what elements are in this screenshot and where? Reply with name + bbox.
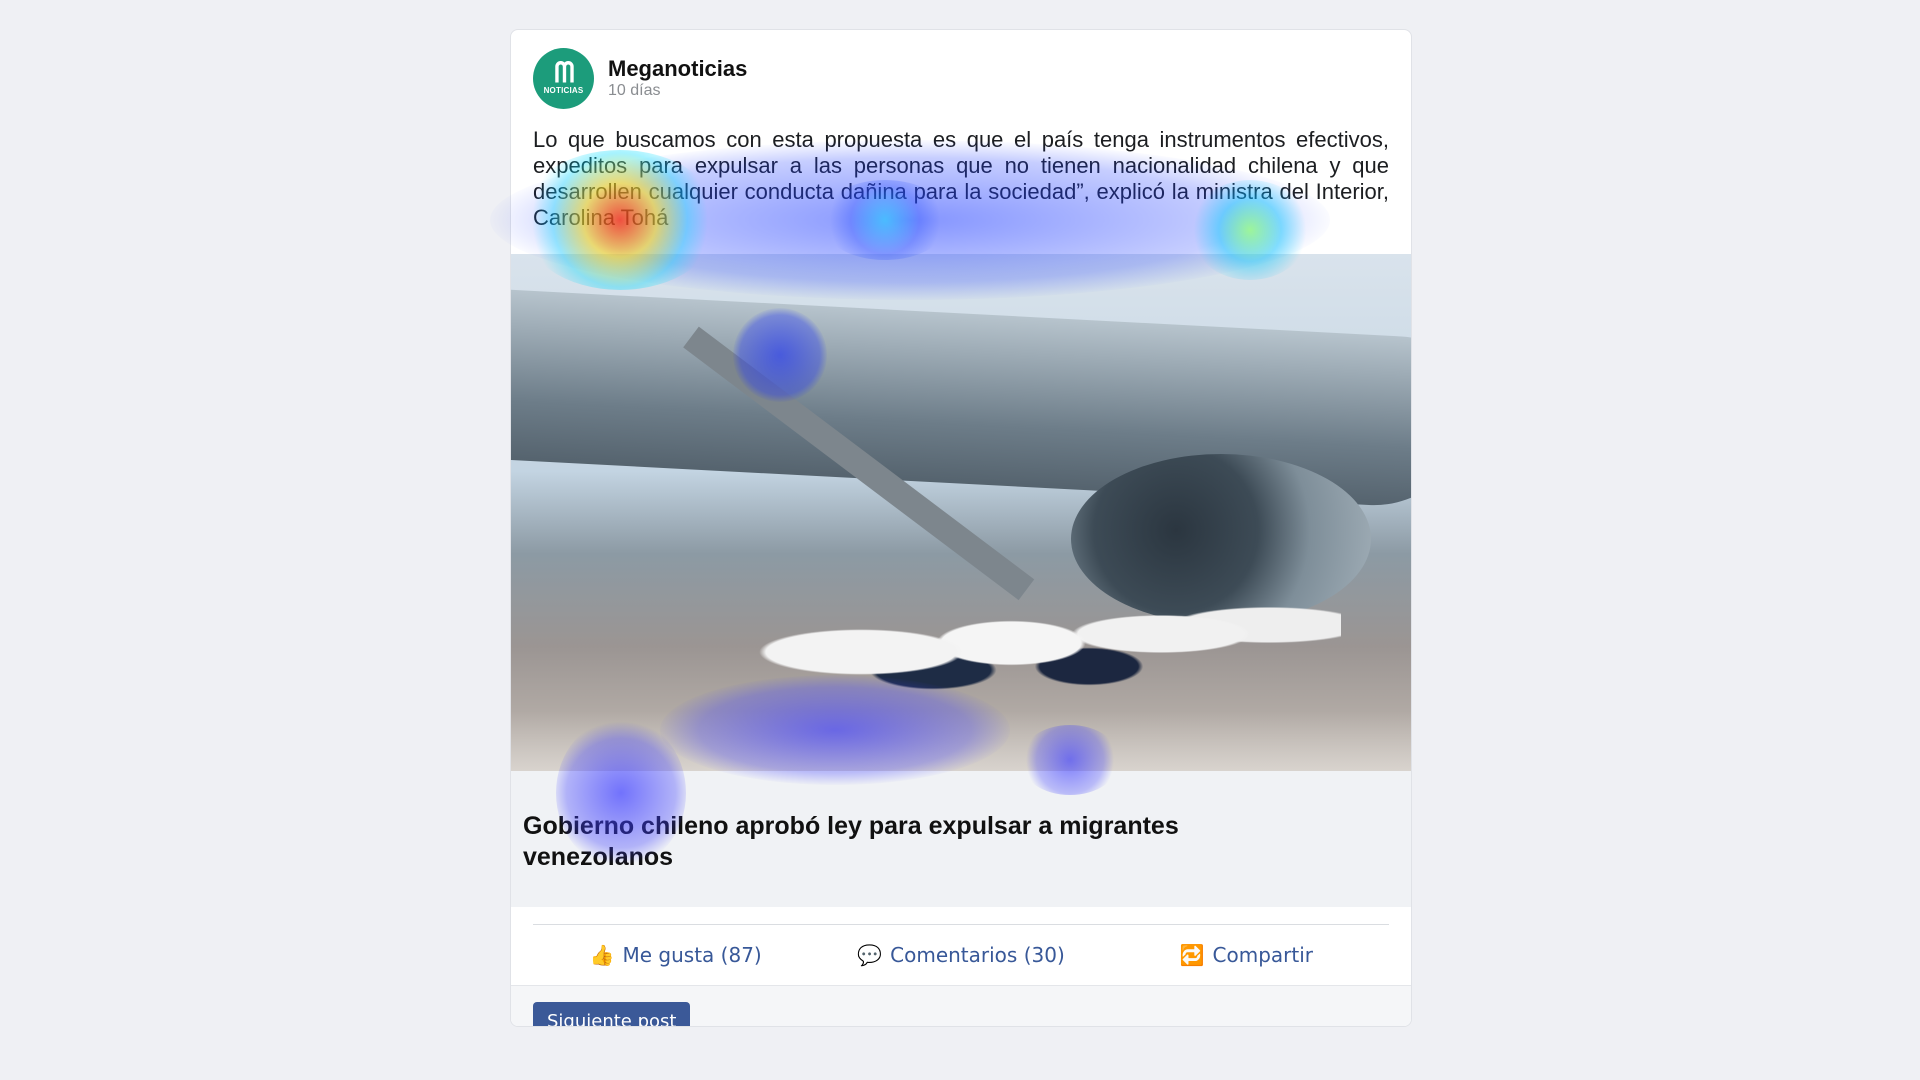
boarding-crowd	[741, 544, 1341, 724]
comment-button[interactable]: 💬 Comentarios (30)	[818, 943, 1103, 967]
share-label: Compartir	[1212, 943, 1314, 967]
post-image[interactable]	[511, 254, 1411, 771]
share-icon: 🔁	[1179, 943, 1205, 967]
meganoticias-logo-icon: ᗰ	[554, 57, 574, 88]
speech-bubble-icon: 💬	[857, 943, 883, 967]
post-time[interactable]: 10 días	[608, 81, 747, 101]
action-bar: 👍 Me gusta (87) 💬 Comentarios (30) 🔁 Com…	[533, 925, 1389, 985]
avatar[interactable]: ᗰ NOTICIAS	[533, 47, 594, 109]
post-text: Lo que buscamos con esta propuesta es qu…	[533, 127, 1389, 230]
post-footer: Siguiente post	[511, 985, 1411, 1026]
like-button[interactable]: 👍 Me gusta (87)	[533, 943, 818, 967]
avatar-sub-label: NOTICIAS	[543, 86, 584, 95]
link-title[interactable]: Gobierno chileno aprobó ley para expulsa…	[523, 811, 1283, 873]
post-card: ᗰ NOTICIAS Meganoticias 10 días Lo que b…	[510, 29, 1412, 1027]
share-button[interactable]: 🔁 Compartir	[1104, 943, 1389, 967]
like-label: Me gusta (87)	[622, 943, 762, 967]
link-preview[interactable]: Gobierno chileno aprobó ley para expulsa…	[511, 771, 1411, 907]
thumbs-up-icon: 👍	[589, 943, 615, 967]
comment-label: Comentarios (30)	[890, 943, 1065, 967]
next-post-button[interactable]: Siguiente post	[533, 1002, 691, 1026]
author-name[interactable]: Meganoticias	[608, 56, 747, 81]
post-meta: Meganoticias 10 días	[608, 56, 747, 101]
tarmac	[511, 711, 1411, 771]
post-header: ᗰ NOTICIAS Meganoticias 10 días	[533, 47, 747, 109]
